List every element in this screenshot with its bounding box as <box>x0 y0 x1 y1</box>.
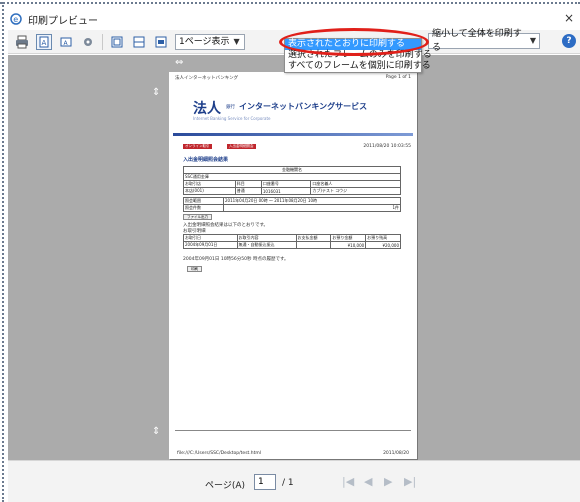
detail-header: お取引日 <box>183 234 238 242</box>
print-page: 法人インターネットバンキング Page 1 of 1 法人 銀行 インターネット… <box>169 72 417 459</box>
account-table-cell: SSC通用金庫 <box>183 173 401 181</box>
file-output-button[interactable]: ファイル出力 <box>183 214 212 220</box>
page-number-input[interactable]: 1 <box>254 474 276 490</box>
tag-online: オンライン取引 <box>183 144 212 149</box>
bank-logo: 法人 <box>193 101 221 117</box>
fullwidth-icon[interactable] <box>153 34 169 50</box>
page-header-right: Page 1 of 1 <box>385 75 411 80</box>
service-name: インターネットバンキングサービス <box>239 102 368 111</box>
status-bar: ページ(A) 1 / 1 |◀ ◀ ▶ ▶| <box>8 460 580 502</box>
view-mode-value: 1ページ表示 <box>179 36 230 47</box>
svg-text:A: A <box>42 39 47 47</box>
account-table-cell: 本店(001) <box>183 187 236 195</box>
detail-cell: ¥20,000 <box>365 241 401 249</box>
count-label: 照会件数 <box>183 204 224 212</box>
page-label: ページ(A) <box>205 481 245 491</box>
detail-cell: 無通・自動振込振込 <box>236 241 297 249</box>
shrink-select[interactable]: 縮小して全体を印刷する ▼ <box>428 29 540 53</box>
detail-header: お預り残高 <box>365 234 401 242</box>
annotation-oval <box>279 28 429 56</box>
account-table-cell: お取引店 <box>183 180 236 188</box>
period-value: 2011年04月20日 00時 ～ 2011年08月20日 10時 <box>223 197 401 205</box>
detail-table: お取引日 お取引内容 お支払金額 お預り金額 お預り残高 2004年09月01日… <box>183 234 401 249</box>
bank-banner: 法人 銀行 インターネットバンキングサービス Internet Banking … <box>193 98 383 128</box>
account-table-cell: 口座名義人 <box>310 180 401 188</box>
margin-handle-icon[interactable]: ⇔ <box>175 58 183 68</box>
print-preview-window: e 印刷プレビュー × A A 1ページ表示 ▼ 縮小して全体を印刷する ▼ ?… <box>0 0 580 502</box>
account-table: 金融機関名 SSC通用金庫 お取引店 科目 口座番号 口座名義人 本店(001)… <box>183 166 401 195</box>
chevron-down-icon: ▼ <box>529 36 536 45</box>
last-page-icon[interactable]: ▶| <box>404 475 416 488</box>
chevron-down-icon: ▼ <box>233 36 240 46</box>
period-label: 照会範囲 <box>183 197 224 205</box>
detail-cell <box>295 241 332 249</box>
margin-handle-icon[interactable]: ⇕ <box>152 88 160 98</box>
footer-path: file:///C:/Users/SSC/Desktop/test.html <box>177 451 261 456</box>
page-total: / 1 <box>282 478 294 488</box>
detail-cell: ¥10,000 <box>330 241 367 249</box>
ie-icon: e <box>10 13 22 25</box>
toggle-header-icon[interactable] <box>109 34 125 50</box>
page-setup-icon[interactable] <box>80 34 96 50</box>
dropdown-option-all-frames[interactable]: すべてのフレームを個別に印刷する <box>285 61 431 72</box>
count-value: 1件 <box>223 204 401 212</box>
detail-header: お支払金額 <box>295 234 332 242</box>
detail-header: お預り金額 <box>330 234 367 242</box>
detail-header: お取引内容 <box>236 234 297 242</box>
account-table-cell: 普通 <box>234 187 262 195</box>
print-button[interactable]: 印刷 <box>187 266 202 272</box>
single-page-icon[interactable] <box>131 34 147 50</box>
dotted-border-top <box>0 2 580 4</box>
shrink-value: 縮小して全体を印刷する <box>432 29 522 53</box>
account-table-title: 金融機関名 <box>183 166 401 174</box>
svg-text:e: e <box>13 15 18 24</box>
period-table: 照会範囲 2011年04月20日 00時 ～ 2011年08月20日 10時 照会… <box>183 197 401 212</box>
history-note: 2004年09月01日 10時56分50秒 時点の履歴です。 <box>183 257 289 262</box>
close-button[interactable]: × <box>564 11 574 25</box>
footer-date: 2011/08/20 <box>383 451 409 456</box>
dotted-border-left <box>2 2 4 502</box>
window-title: 印刷プレビュー <box>28 15 98 27</box>
service-subtitle: Internet Banking Service for Corporate <box>193 116 271 121</box>
toolbar-separator <box>102 33 103 50</box>
landscape-icon[interactable]: A <box>58 34 74 50</box>
account-table-cell: 口座番号 <box>260 180 312 188</box>
account-table-cell: カブ)テスト コウジ <box>310 187 401 195</box>
page-datetime: 2011/08/20 10:03:55 <box>363 144 411 149</box>
page-header-left: 法人インターネットバンキング <box>175 76 239 81</box>
margin-handle-icon[interactable]: ⇕ <box>152 427 160 437</box>
page-heading: 入出金明細照会結果 <box>183 157 229 163</box>
printer-icon[interactable] <box>14 34 30 50</box>
portrait-icon[interactable]: A <box>36 33 52 50</box>
tag-statement: 入出金明細照会 <box>227 144 256 149</box>
first-page-icon[interactable]: |◀ <box>342 475 354 488</box>
bank-small-label: 銀行 <box>226 105 235 110</box>
prev-page-icon[interactable]: ◀ <box>364 475 372 488</box>
next-page-icon[interactable]: ▶ <box>384 475 392 488</box>
detail-cell: 2004年09月01日 <box>183 241 238 249</box>
account-table-cell: 科目 <box>234 180 262 188</box>
view-mode-select[interactable]: 1ページ表示 ▼ <box>175 33 245 50</box>
account-table-cell: 1016031 <box>260 187 312 195</box>
help-icon[interactable]: ? <box>562 34 576 48</box>
footer-divider <box>175 430 411 431</box>
banner-bar <box>173 133 413 136</box>
